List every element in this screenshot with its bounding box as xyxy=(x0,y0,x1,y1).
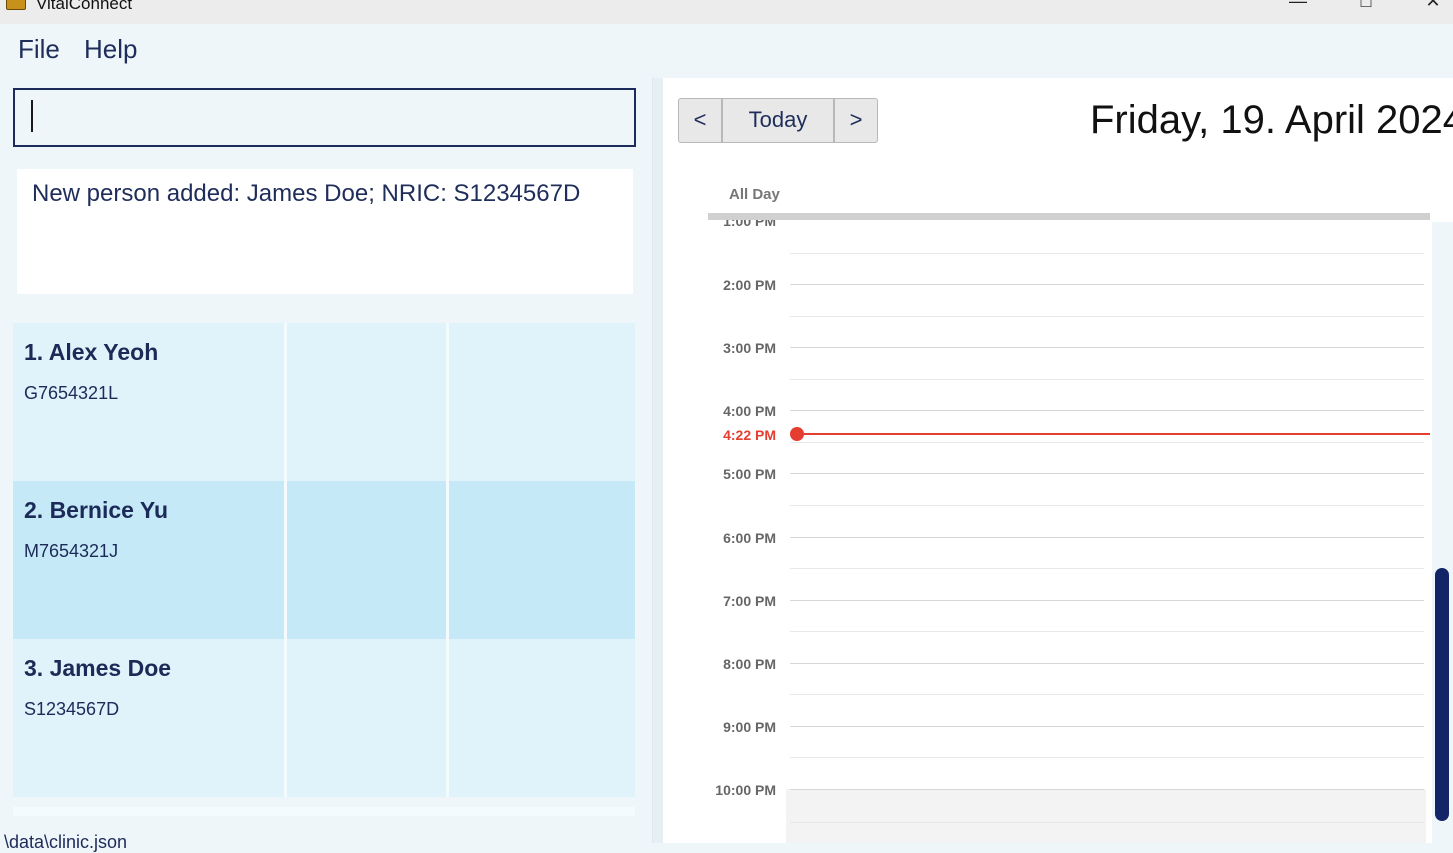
hour-label: 9:00 PM xyxy=(723,719,776,735)
card-divider xyxy=(284,639,287,797)
hour-label: 1:00 PM xyxy=(723,220,776,229)
hour-line xyxy=(790,726,1424,727)
menu-bar: File Help xyxy=(0,24,1453,78)
half-hour-line xyxy=(790,568,1424,569)
person-nric: G7654321L xyxy=(24,383,119,403)
hour-line xyxy=(790,537,1424,538)
card-divider xyxy=(446,481,449,639)
maximize-button[interactable]: □ xyxy=(1343,0,1389,12)
current-time-label: 4:22 PM xyxy=(723,427,776,443)
person-name: 2. Bernice Yu xyxy=(24,497,169,523)
half-hour-line xyxy=(790,694,1424,695)
card-divider xyxy=(446,323,449,481)
hour-line xyxy=(790,789,1424,790)
prev-day-button[interactable]: < xyxy=(678,98,722,143)
hour-line xyxy=(790,410,1424,411)
all-day-label: All Day xyxy=(729,186,780,203)
half-hour-line xyxy=(790,631,1424,632)
close-button[interactable]: ✕ xyxy=(1410,0,1453,12)
hour-label: 3:00 PM xyxy=(723,340,776,356)
person-name: 1. Alex Yeoh xyxy=(24,339,159,365)
person-name: 3. James Doe xyxy=(24,655,172,681)
app-icon xyxy=(6,0,26,10)
all-day-row[interactable] xyxy=(708,213,1430,220)
current-time-line xyxy=(796,433,1430,435)
off-hours-shade xyxy=(786,789,1426,843)
card-divider xyxy=(446,639,449,797)
half-hour-line xyxy=(790,379,1424,380)
person-nric: M7654321J xyxy=(24,541,119,561)
calendar-panel: < Today > Friday, 19. April 2024 All Day… xyxy=(663,78,1453,843)
text-caret xyxy=(31,100,33,132)
calendar-date-title: Friday, 19. April 2024 xyxy=(1090,98,1453,142)
person-card[interactable]: 2. Bernice Yu M7654321J xyxy=(13,481,635,639)
person-card[interactable]: 3. James Doe S1234567D xyxy=(13,639,635,797)
title-bar: VitalConnect — □ ✕ xyxy=(0,0,1453,24)
today-button[interactable]: Today xyxy=(722,98,834,143)
next-day-button[interactable]: > xyxy=(834,98,878,143)
hour-label: 8:00 PM xyxy=(723,656,776,672)
half-hour-line xyxy=(790,505,1424,506)
person-card[interactable]: 1. Alex Yeoh G7654321L xyxy=(13,323,635,481)
minimize-button[interactable]: — xyxy=(1275,0,1321,12)
panel-splitter[interactable] xyxy=(652,78,663,843)
hour-label: 4:00 PM xyxy=(723,403,776,419)
result-display: New person added: James Doe; NRIC: S1234… xyxy=(17,169,633,294)
list-footer xyxy=(13,807,635,816)
hour-line xyxy=(790,284,1424,285)
timeline-scroll-thumb[interactable] xyxy=(1435,568,1449,821)
person-nric: S1234567D xyxy=(24,699,120,719)
command-input[interactable] xyxy=(13,88,636,147)
app-title: VitalConnect xyxy=(36,0,133,13)
person-list[interactable]: 1. Alex Yeoh G7654321L 2. Bernice Yu M76… xyxy=(13,323,635,807)
hour-label: 7:00 PM xyxy=(723,593,776,609)
left-panel: New person added: James Doe; NRIC: S1234… xyxy=(0,78,652,852)
hour-label: 6:00 PM xyxy=(723,530,776,546)
card-divider xyxy=(284,323,287,481)
hour-line xyxy=(790,663,1424,664)
day-timeline[interactable]: 1:00 PM 2:00 PM 3:00 PM 4:00 PM 4:22 PM … xyxy=(708,220,1430,843)
half-hour-line xyxy=(790,442,1424,443)
card-divider xyxy=(284,481,287,639)
hour-line xyxy=(790,600,1424,601)
hour-label: 2:00 PM xyxy=(723,277,776,293)
half-hour-line xyxy=(790,316,1424,317)
menu-file[interactable]: File xyxy=(18,34,60,65)
result-message: New person added: James Doe; NRIC: S1234… xyxy=(32,180,581,207)
menu-help[interactable]: Help xyxy=(84,34,137,65)
half-hour-line xyxy=(790,253,1424,254)
hour-label: 5:00 PM xyxy=(723,466,776,482)
hour-line xyxy=(790,473,1424,474)
hour-line xyxy=(790,347,1424,348)
half-hour-line xyxy=(790,822,1424,823)
half-hour-line xyxy=(790,757,1424,758)
hour-label: 10:00 PM xyxy=(715,782,776,798)
